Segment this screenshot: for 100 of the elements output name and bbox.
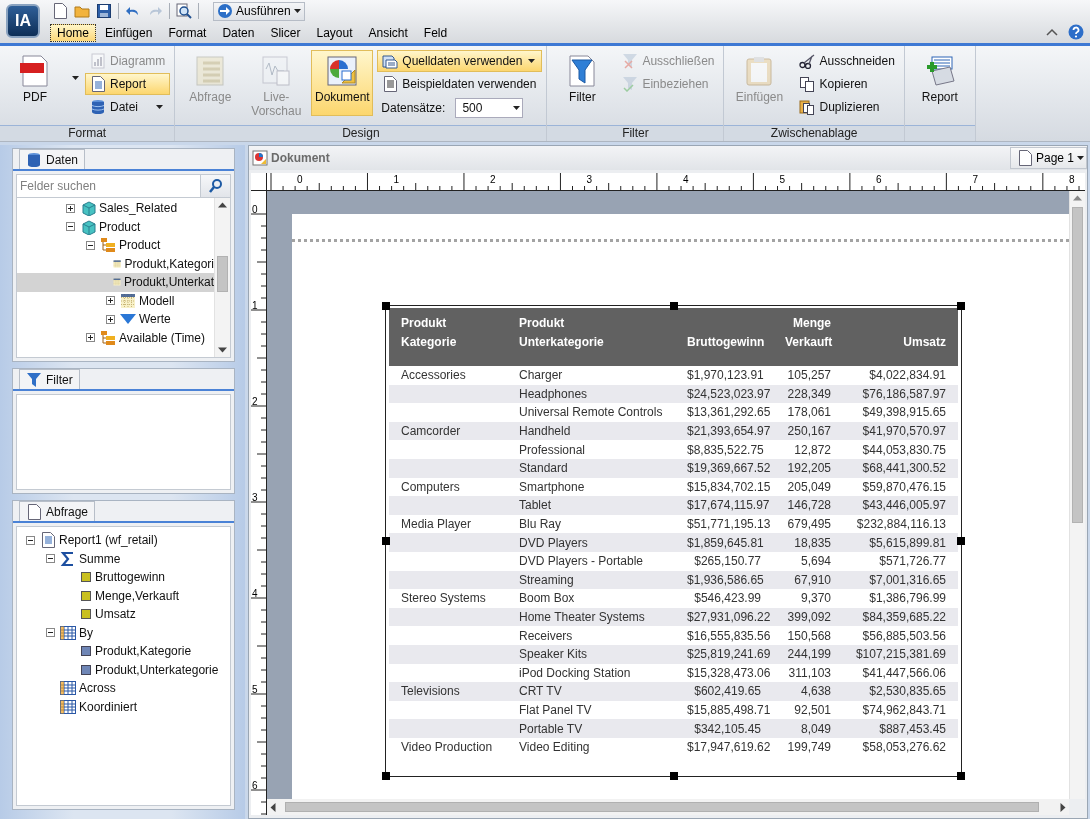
table-cell: 18,835 [773, 533, 843, 552]
ribbon-button[interactable]: Beispieldaten verwenden [377, 73, 543, 95]
ruler-number: 6 [252, 781, 258, 791]
new-document-icon [52, 3, 68, 19]
scroll-thumb[interactable] [285, 802, 1039, 812]
tree-item[interactable]: Sales_Related [17, 199, 214, 218]
funnel-check-icon [622, 76, 639, 92]
table-cell: CRT TV [507, 682, 675, 701]
ribbon-button[interactable]: Kopieren [794, 73, 900, 95]
sigma-icon [60, 550, 76, 567]
table-cell: Receivers [507, 626, 675, 645]
tree-item-label[interactable]: Koordiniert [79, 699, 138, 714]
scroll-left-icon[interactable] [270, 802, 276, 812]
collapse-icon [1046, 28, 1058, 36]
scrollbar[interactable] [267, 799, 1069, 815]
resize-handle[interactable] [957, 302, 965, 310]
panel-title: Filter [46, 372, 73, 387]
resize-handle[interactable] [669, 772, 678, 781]
collapse-toggle-icon[interactable] [85, 240, 95, 250]
ribbon-button[interactable]: Report [85, 73, 171, 95]
tree-item-label[interactable]: Menge,Verkauft [95, 588, 180, 603]
scrollbar[interactable] [1069, 191, 1085, 799]
tree-item-label[interactable]: Report1 (wf_retail) [59, 533, 158, 548]
table-cell: $1,859,645.81 [675, 533, 773, 552]
tree-item-label[interactable]: Bruttogewinn [95, 570, 166, 585]
tree-item[interactable]: Produkt,Kategori [17, 254, 214, 273]
report-frame[interactable] [385, 305, 962, 778]
funnel-cross-icon [622, 53, 639, 69]
ribbon-button[interactable]: Ausschneiden [794, 50, 900, 72]
menu-tab[interactable]: Slicer [263, 24, 308, 42]
menu-tab[interactable]: Layout [309, 24, 360, 42]
tree-item[interactable]: Available (Time) [17, 328, 214, 347]
records-select[interactable]: 500 [455, 98, 524, 118]
scroll-thumb[interactable] [217, 256, 228, 292]
tree-item[interactable]: Modell [17, 291, 214, 310]
tree-item-label[interactable]: Summe [79, 551, 121, 566]
tree-item[interactable]: Product [17, 217, 214, 236]
page-button[interactable]: Page 1 [1009, 147, 1087, 169]
menu-tab[interactable]: Format [161, 24, 214, 42]
group-title: Zwischenablage [724, 125, 904, 141]
resize-handle[interactable] [669, 302, 678, 310]
expand-toggle-icon[interactable] [105, 296, 115, 306]
ribbon-button[interactable]: Dokument [311, 50, 374, 116]
table-cell: $4,022,834.91 [843, 366, 958, 385]
table-cell: $2,530,835.65 [843, 682, 958, 701]
scroll-up-icon[interactable] [218, 202, 227, 208]
scroll-thumb[interactable] [1072, 207, 1083, 523]
scrollbar[interactable] [214, 198, 230, 357]
tree-item[interactable]: Produkt,Unterkat [17, 273, 214, 292]
ruler-number: 8 [1069, 175, 1075, 185]
menu-tab[interactable]: Ansicht [361, 24, 415, 42]
expand-toggle-icon[interactable] [65, 203, 75, 213]
field-label: Datensätze: [381, 101, 446, 115]
search-button[interactable] [200, 175, 230, 197]
tree-item[interactable]: Product [17, 236, 214, 255]
collapse-toggle-icon[interactable] [45, 628, 55, 638]
tree-item-label[interactable]: By [79, 625, 93, 640]
resize-handle[interactable] [957, 772, 965, 781]
scroll-down-icon[interactable] [218, 347, 227, 353]
tree-item-label[interactable]: Umsatz [95, 607, 136, 622]
ribbon-button[interactable]: Datei [85, 96, 171, 118]
collapse-toggle-icon[interactable] [65, 222, 75, 232]
table-cell: DVD Players [507, 533, 675, 552]
tree-item[interactable]: Werte [17, 310, 214, 329]
menu-tab[interactable]: Feld [416, 24, 455, 42]
expand-toggle-icon[interactable] [105, 314, 115, 324]
ribbon-button[interactable]: Duplizieren [794, 96, 900, 118]
tree-item-label[interactable]: Produkt,Unterkategorie [95, 662, 219, 677]
table-cell: $1,386,796.99 [843, 589, 958, 608]
ribbon-button[interactable]: PDF [4, 50, 66, 116]
field-list-icon [194, 55, 227, 87]
scroll-right-icon[interactable] [1060, 802, 1066, 812]
tree-item-label[interactable]: Produkt,Kategorie [95, 644, 192, 659]
collapse-toggle-icon[interactable] [45, 554, 55, 564]
collapse-toggle-icon[interactable] [25, 535, 35, 545]
resize-handle[interactable] [382, 537, 390, 546]
table-cell: $1,970,123.91 [675, 366, 773, 385]
document-layout-icon [252, 150, 268, 166]
ribbon-button[interactable]: Report [908, 50, 971, 116]
resize-handle[interactable] [957, 537, 965, 546]
run-button[interactable]: Ausführen [213, 1, 305, 21]
expand-toggle-icon[interactable] [85, 333, 95, 343]
table-cell: Stereo Systems [389, 589, 507, 608]
panel-title: Dokument [271, 151, 330, 165]
app-logo[interactable]: IA [6, 4, 40, 38]
table-cell: $8,835,522.75 [675, 440, 773, 459]
ribbon-button[interactable]: Quelldaten verwenden [377, 50, 543, 72]
layout-document-icon [326, 55, 359, 87]
resize-handle[interactable] [382, 302, 390, 310]
table-cell: 146,728 [773, 496, 843, 515]
ruler-number: 4 [252, 589, 258, 599]
save-icon [96, 3, 112, 19]
folder-icon [74, 3, 90, 19]
ruler-number: 5 [252, 685, 258, 695]
menu-tab[interactable]: Daten [215, 24, 262, 42]
resize-handle[interactable] [382, 772, 390, 781]
menu-tab[interactable]: Einfügen [98, 24, 160, 42]
menu-tab[interactable]: Home [50, 24, 96, 42]
tree-item-label[interactable]: Across [79, 681, 116, 696]
ribbon-button[interactable]: Filter [551, 50, 614, 116]
